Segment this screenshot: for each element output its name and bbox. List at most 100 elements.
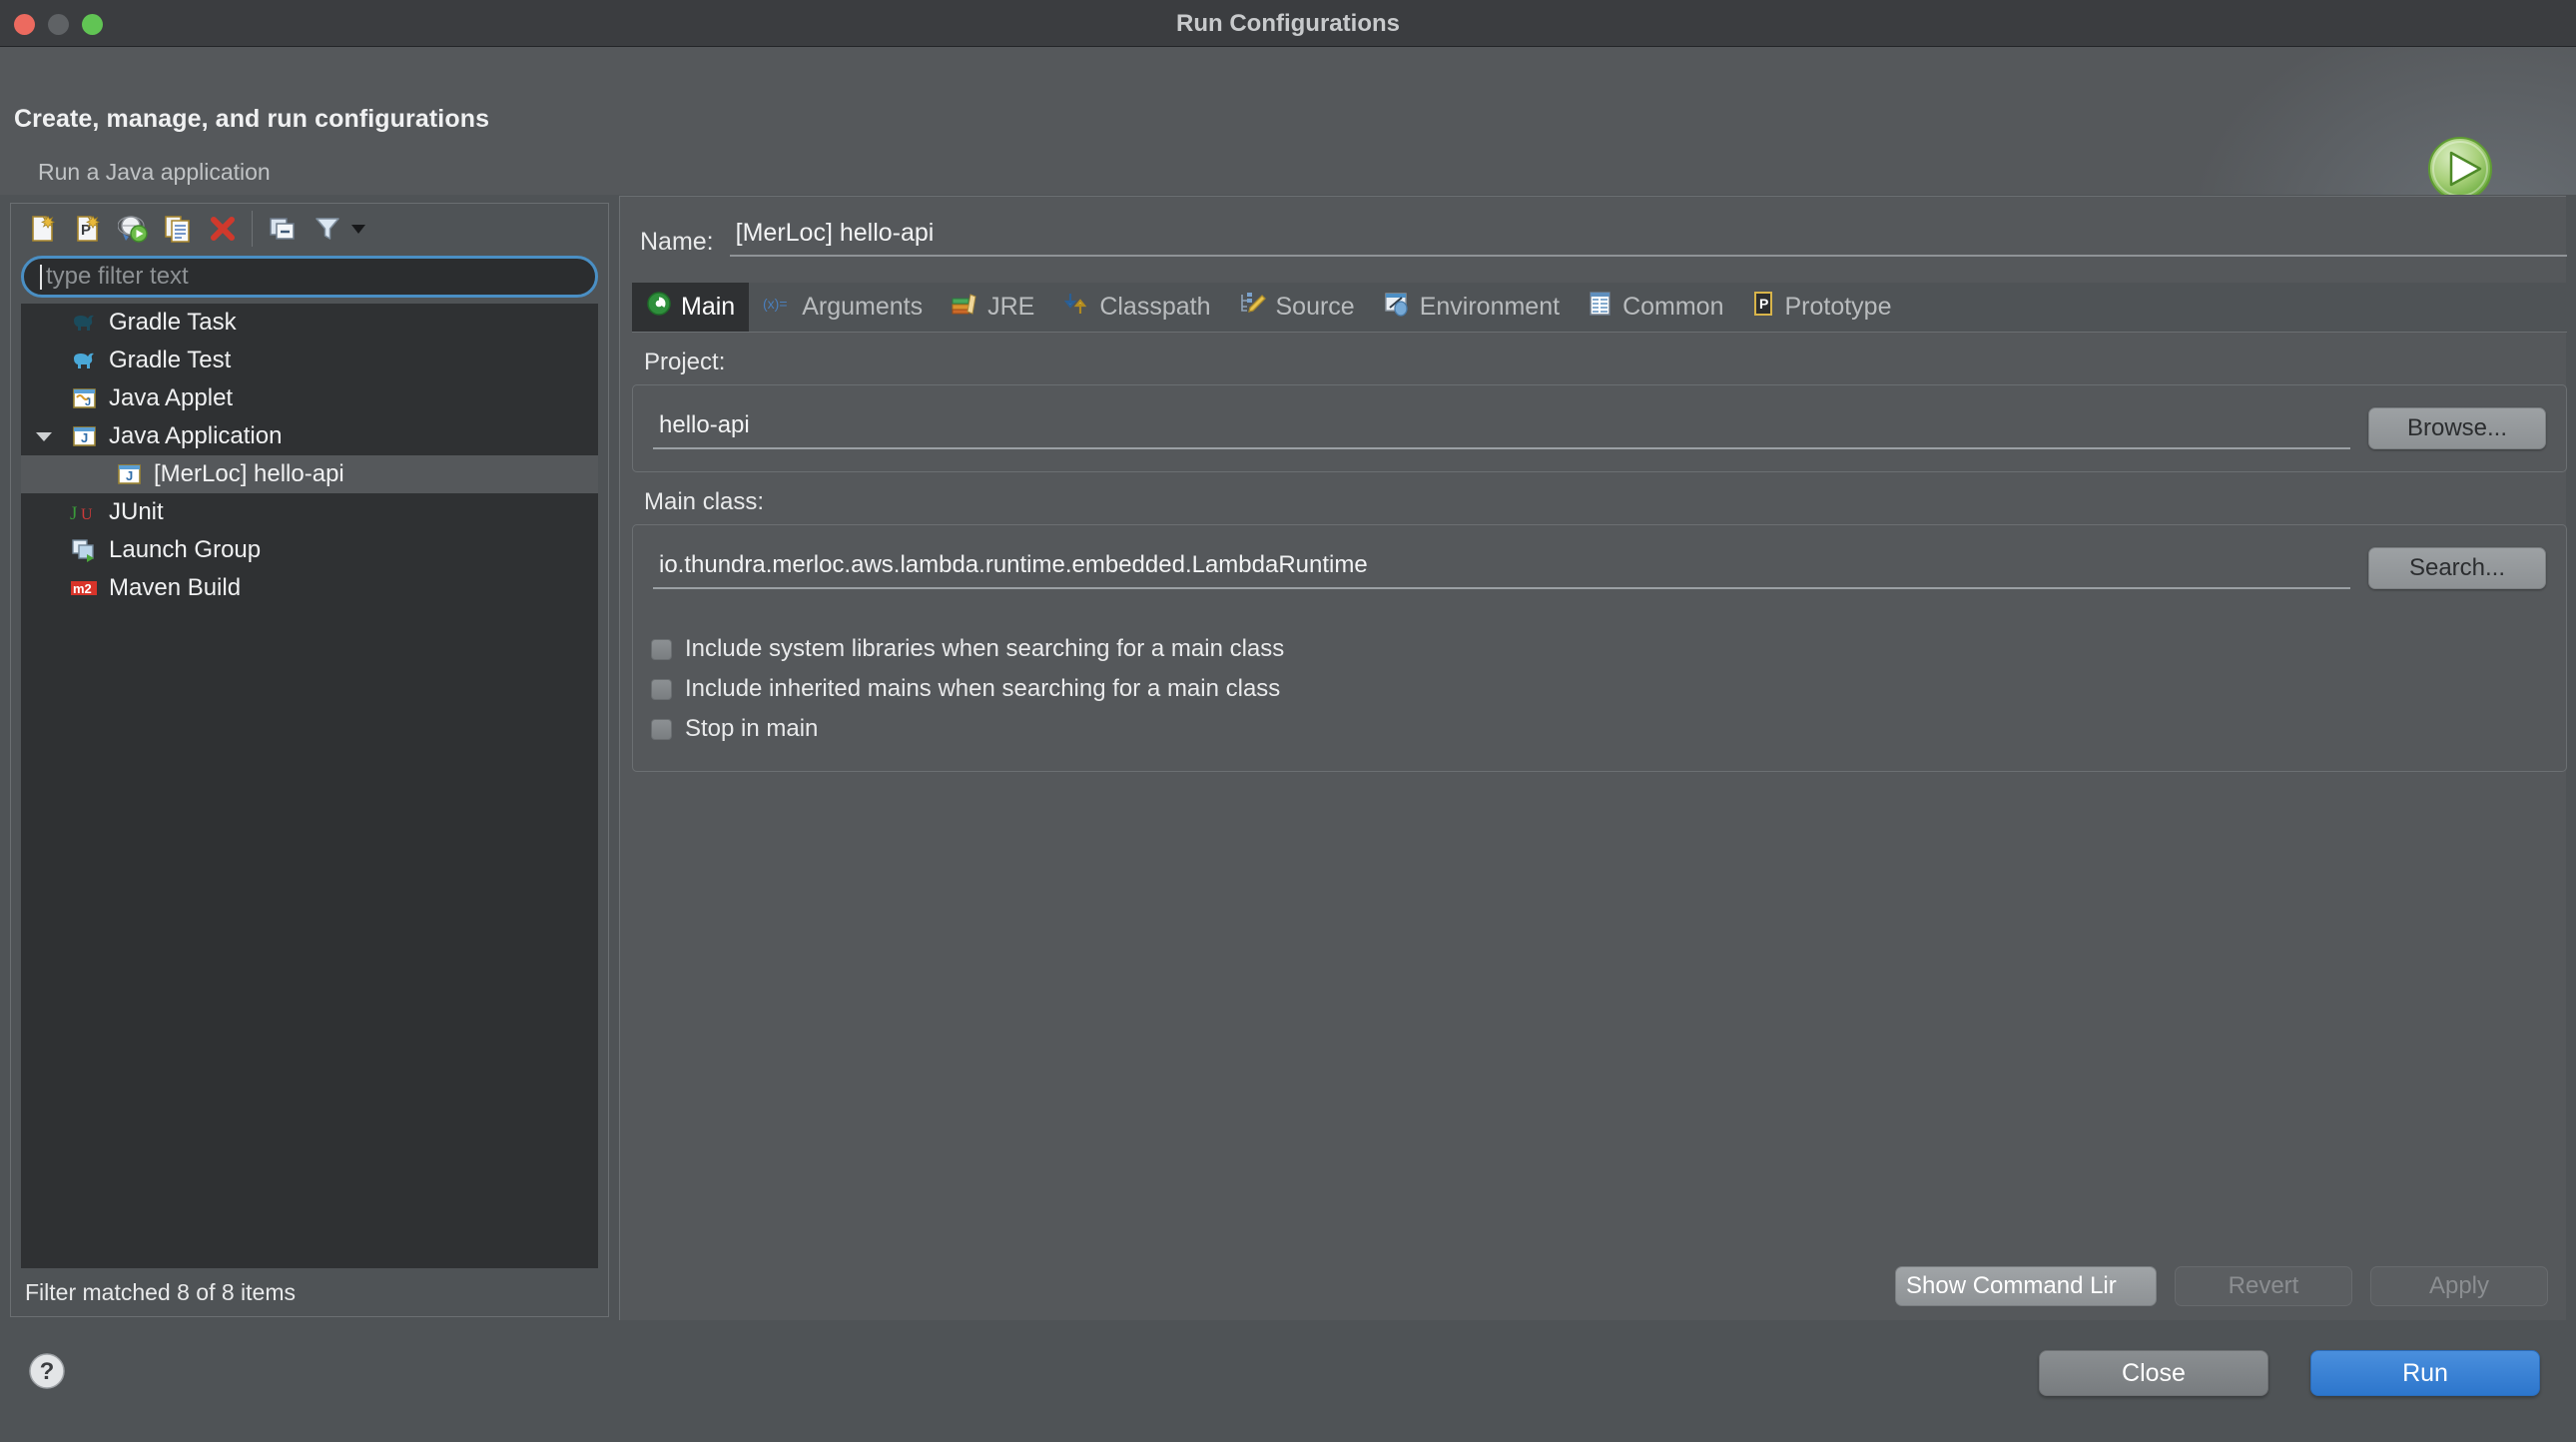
tab-classpath[interactable]: Classpath: [1048, 283, 1224, 332]
show-command-line-button[interactable]: Show Command Lir: [1895, 1266, 2157, 1306]
java-applet-icon: J: [66, 385, 102, 411]
name-label: Name:: [640, 228, 714, 256]
editor-action-buttons: Show Command Lir Revert Apply: [1895, 1266, 2548, 1306]
tab-environment[interactable]: Environment: [1369, 283, 1574, 332]
tree-item-label: Gradle Test: [109, 347, 232, 373]
search-button[interactable]: Search...: [2368, 547, 2546, 589]
configuration-tabs: Main (x)= Arguments JRE Classpath Source…: [632, 283, 2567, 333]
help-question-icon[interactable]: ?: [28, 1352, 66, 1395]
tab-label: Classpath: [1099, 293, 1211, 321]
tree-item-label: Launch Group: [109, 536, 262, 563]
tree-item-label: Java Application: [109, 422, 283, 449]
checkbox-box[interactable]: [651, 678, 672, 700]
tab-label: JRE: [987, 293, 1035, 321]
footer-button-group: Close Run: [2039, 1350, 2540, 1396]
run-button[interactable]: Run: [2310, 1350, 2540, 1396]
new-configuration-icon[interactable]: [20, 208, 65, 250]
svg-text:?: ?: [40, 1358, 55, 1385]
tab-label: Common: [1622, 293, 1724, 321]
toolbar-separator: [252, 211, 253, 247]
classpath-icon: [1062, 291, 1090, 324]
browse-button[interactable]: Browse...: [2368, 407, 2546, 449]
svg-text:m2: m2: [73, 581, 92, 596]
tree-item-java-application[interactable]: J Java Application: [21, 417, 598, 455]
project-input[interactable]: hello-api: [653, 407, 2350, 449]
duplicate-configuration-icon[interactable]: [155, 208, 200, 250]
filter-input[interactable]: type filter text: [21, 256, 598, 298]
checkbox-box[interactable]: [651, 718, 672, 740]
window-title: Run Configurations: [1176, 10, 1400, 37]
main-class-input[interactable]: io.thundra.merloc.aws.lambda.runtime.emb…: [653, 547, 2350, 589]
tab-common[interactable]: Common: [1574, 283, 1737, 332]
configurations-panel: P type filter text Gradle Task Gradle Te…: [10, 203, 609, 1317]
filter-dropdown-caret-icon[interactable]: [351, 224, 365, 234]
twisty-expanded-icon[interactable]: [21, 431, 66, 441]
filter-input-placeholder: type filter text: [46, 263, 189, 290]
tab-label: Source: [1275, 293, 1355, 321]
configurations-toolbar: P: [11, 204, 608, 254]
project-label: Project:: [644, 349, 726, 375]
maven-m2-icon: m2: [66, 577, 102, 599]
configurations-tree[interactable]: Gradle Task Gradle Test J Java Applet J …: [21, 304, 598, 1270]
header-subtitle: Run a Java application: [38, 159, 271, 185]
filter-icon[interactable]: [305, 208, 349, 250]
close-button[interactable]: Close: [2039, 1350, 2268, 1396]
main-class-icon: [646, 291, 672, 324]
svg-text:P: P: [1759, 296, 1768, 312]
checkbox-label: Stop in main: [685, 715, 819, 742]
tab-label: Arguments: [802, 293, 924, 321]
gradle-elephant-dark-icon: [66, 311, 102, 335]
checkbox-include-system-libraries[interactable]: Include system libraries when searching …: [633, 629, 2566, 669]
export-configuration-icon[interactable]: [110, 208, 155, 250]
tree-item-gradle-test[interactable]: Gradle Test: [21, 342, 598, 379]
checkbox-stop-in-main[interactable]: Stop in main: [633, 709, 2566, 749]
header-title: Create, manage, and run configurations: [14, 105, 490, 133]
window-titlebar: Run Configurations: [0, 0, 2576, 47]
tree-item-label: JUnit: [109, 498, 164, 525]
run-green-play-icon: [2422, 133, 2498, 195]
svg-text:J: J: [126, 468, 133, 483]
svg-text:J: J: [81, 430, 88, 445]
tree-item-junit[interactable]: J U JUnit: [21, 493, 598, 531]
svg-text:J: J: [70, 503, 77, 524]
svg-text:U: U: [81, 506, 93, 523]
common-grid-icon: [1588, 291, 1613, 324]
environment-icon: [1383, 291, 1411, 324]
configuration-name-row: Name: [MerLoc] hello-api: [640, 219, 2567, 257]
source-pencil-icon: [1238, 291, 1267, 324]
project-group: hello-api Browse...: [632, 384, 2567, 472]
tree-item-launch-group[interactable]: Launch Group: [21, 531, 598, 569]
tree-item-gradle-task[interactable]: Gradle Task: [21, 304, 598, 342]
main-class-label: Main class:: [644, 488, 765, 515]
tab-main[interactable]: Main: [632, 283, 750, 332]
dialog-footer: ? Close Run: [0, 1320, 2576, 1442]
tab-jre[interactable]: JRE: [937, 283, 1048, 332]
tab-arguments[interactable]: (x)= Arguments: [749, 283, 937, 332]
tab-source[interactable]: Source: [1224, 283, 1368, 332]
tab-label: Prototype: [1784, 293, 1892, 321]
checkbox-include-inherited-mains[interactable]: Include inherited mains when searching f…: [633, 669, 2566, 709]
new-prototype-icon[interactable]: P: [65, 208, 110, 250]
svg-text:(x)=: (x)=: [763, 296, 788, 312]
tab-prototype[interactable]: P Prototype: [1737, 283, 1905, 332]
checkbox-label: Include system libraries when searching …: [685, 635, 1285, 662]
jre-books-icon: [951, 291, 978, 324]
name-input[interactable]: [MerLoc] hello-api: [729, 219, 2567, 257]
tree-item-merloc-hello-api[interactable]: J [MerLoc] hello-api: [21, 455, 598, 493]
tree-item-maven-build[interactable]: m2 Maven Build: [21, 569, 598, 607]
arguments-icon: (x)=: [763, 293, 793, 322]
main-class-group: io.thundra.merloc.aws.lambda.runtime.emb…: [632, 524, 2567, 611]
revert-button: Revert: [2175, 1266, 2352, 1306]
delete-configuration-icon[interactable]: [200, 208, 245, 250]
checkbox-label: Include inherited mains when searching f…: [685, 675, 1281, 702]
java-application-icon: J: [66, 423, 102, 449]
tab-label: Environment: [1419, 293, 1561, 321]
text-cursor: [40, 264, 42, 290]
tab-label: Main: [681, 293, 736, 321]
collapse-all-icon[interactable]: [260, 208, 305, 250]
tree-item-label: Gradle Task: [109, 309, 237, 336]
checkbox-box[interactable]: [651, 638, 672, 660]
tree-item-java-applet[interactable]: J Java Applet: [21, 379, 598, 417]
svg-text:J: J: [85, 396, 91, 408]
junit-icon: J U: [66, 500, 102, 524]
